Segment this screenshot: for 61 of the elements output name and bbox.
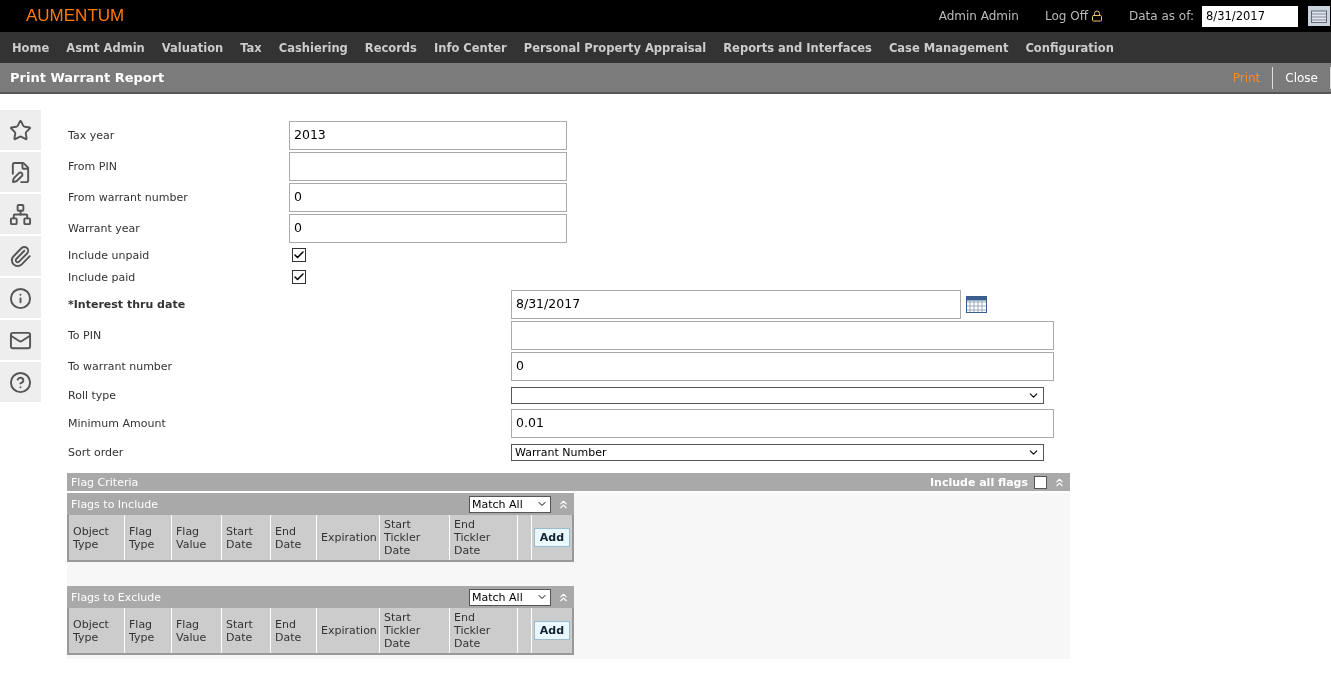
dropdown[interactable]: Warrant Number xyxy=(511,443,1044,461)
field-label: Roll type xyxy=(67,388,118,402)
field-label: Warrant year xyxy=(67,222,141,235)
column-header: End Date xyxy=(271,515,317,560)
column-header: Expiration xyxy=(317,608,380,653)
column-header: Flag Type xyxy=(125,608,172,653)
match-dropdown[interactable]: Match All xyxy=(469,495,551,513)
column-header: End Date xyxy=(271,608,317,653)
data-as-of-label: Data as of: xyxy=(1128,9,1194,23)
nav-item[interactable]: Reports and Interfaces xyxy=(715,40,880,55)
nav-item[interactable]: Info Center xyxy=(425,40,515,55)
field-label: Include unpaid xyxy=(67,248,151,262)
column-header: Start Date xyxy=(222,608,271,653)
toolbar-link[interactable]: Close xyxy=(1273,66,1331,89)
column-header: Start Tickler Date xyxy=(380,608,450,653)
column-header: Expiration xyxy=(317,515,380,560)
column-header: Start Tickler Date xyxy=(380,515,450,560)
nav-item[interactable]: Configuration xyxy=(1017,40,1122,55)
user-name: Admin Admin xyxy=(938,9,1019,23)
nav-item[interactable]: Personal Property Appraisal xyxy=(515,40,715,55)
table-title: Flags to Exclude xyxy=(71,590,161,604)
column-header: Flag Value xyxy=(172,515,222,560)
field-label: To PIN xyxy=(67,329,103,342)
column-header: End Tickler Date xyxy=(450,515,518,560)
text-field[interactable]: 2013 xyxy=(289,121,567,150)
nav-item[interactable]: Asmt Admin xyxy=(58,40,153,55)
date-field[interactable]: 8/31/2017 xyxy=(1202,5,1298,27)
panel-title: Flag Criteria xyxy=(71,475,139,489)
field-label: Tax year xyxy=(67,129,116,142)
field-label: Include paid xyxy=(67,270,137,284)
include-all-flags-label: Include all flags xyxy=(930,475,1028,489)
field-label: From warrant number xyxy=(67,191,189,204)
text-field[interactable]: 0 xyxy=(511,352,1054,381)
nav-item[interactable]: Home xyxy=(4,40,58,55)
column-header: Flag Type xyxy=(125,515,172,560)
nav-item[interactable]: Records xyxy=(356,40,425,55)
nav-item[interactable]: Cashiering xyxy=(270,40,356,55)
date-field[interactable]: 8/31/2017 xyxy=(511,289,961,319)
add-button[interactable]: Add xyxy=(533,528,571,547)
nav-item[interactable]: Case Management xyxy=(880,40,1017,55)
field-label: *Interest thru date xyxy=(67,297,187,311)
nav-item[interactable]: Tax xyxy=(232,40,270,55)
field-label: From PIN xyxy=(67,160,118,173)
field-label: Sort order xyxy=(67,445,125,459)
logo: AUMENTUM xyxy=(26,6,125,26)
add-button[interactable]: Add xyxy=(533,621,571,640)
nav-item[interactable]: Valuation xyxy=(153,40,232,55)
text-field[interactable]: 0 xyxy=(289,214,567,243)
field-label: To warrant number xyxy=(67,360,174,373)
column-header: Object Type xyxy=(69,608,125,653)
column-header: Flag Value xyxy=(172,608,222,653)
match-dropdown[interactable]: Match All xyxy=(469,588,551,606)
column-header: Object Type xyxy=(69,515,125,560)
table-title: Flags to Include xyxy=(71,497,158,511)
page-title: Print Warrant Report xyxy=(10,70,165,85)
text-field[interactable]: 0.01 xyxy=(511,409,1054,438)
column-header: End Tickler Date xyxy=(450,608,518,653)
text-field[interactable]: 0 xyxy=(289,183,567,212)
field-label: Minimum Amount xyxy=(67,417,167,430)
log-off-link[interactable]: Log Off xyxy=(1044,9,1103,23)
column-header: Start Date xyxy=(222,515,271,560)
